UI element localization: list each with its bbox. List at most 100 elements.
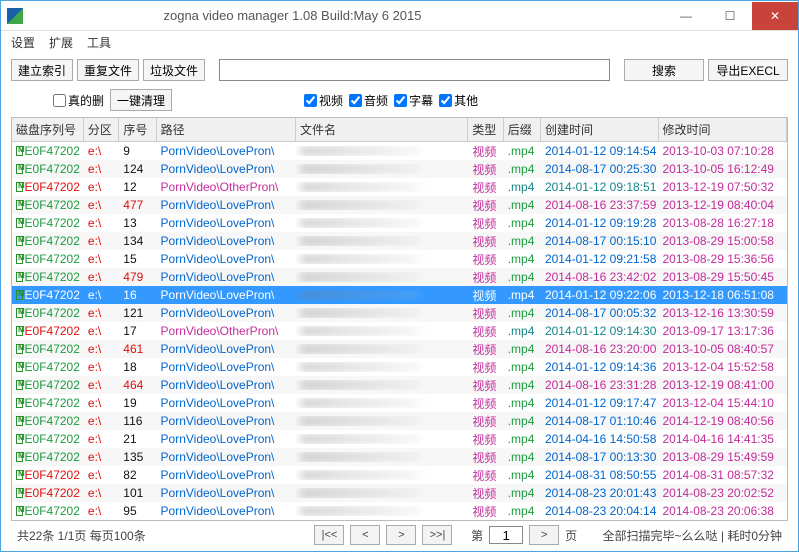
table-row[interactable]: E0F47202e:\479PornVideo\LovePron\视频.mp42… <box>12 268 787 286</box>
table-row[interactable]: E0F47202e:\461PornVideo\LovePron\视频.mp42… <box>12 340 787 358</box>
table-row[interactable]: E0F47202e:\95PornVideo\LovePron\视频.mp420… <box>12 502 787 520</box>
search-input[interactable] <box>219 59 610 81</box>
table-row[interactable]: E0F47202e:\15PornVideo\LovePron\视频.mp420… <box>12 250 787 268</box>
cell: e:\ <box>84 360 119 374</box>
filter-video[interactable]: 视频 <box>304 92 343 109</box>
table-row[interactable]: E0F47202e:\82PornVideo\LovePron\视频.mp420… <box>12 466 787 484</box>
cell: 2014-08-16 23:20:00 <box>541 342 659 356</box>
menu-settings[interactable]: 设置 <box>11 34 35 51</box>
col-mtime[interactable]: 修改时间 <box>659 118 787 141</box>
build-index-button[interactable]: 建立索引 <box>11 59 73 81</box>
cell: E0F47202 <box>12 252 84 266</box>
cell: 2014-08-17 00:13:30 <box>541 450 659 464</box>
search-button[interactable]: 搜索 <box>624 59 704 81</box>
cell: 2014-01-12 09:14:30 <box>541 324 659 338</box>
filter-audio-checkbox[interactable] <box>349 94 362 107</box>
table-row[interactable]: E0F47202e:\116PornVideo\LovePron\视频.mp42… <box>12 412 787 430</box>
cell: 视频 <box>468 395 503 412</box>
col-part[interactable]: 分区 <box>84 118 119 141</box>
cell: PornVideo\LovePron\ <box>157 432 296 446</box>
col-ext[interactable]: 后缀 <box>504 118 541 141</box>
maximize-button[interactable]: ☐ <box>708 2 752 30</box>
cell: 13 <box>119 216 156 230</box>
table-row[interactable]: E0F47202e:\477PornVideo\LovePron\视频.mp42… <box>12 196 787 214</box>
filter-audio[interactable]: 音频 <box>349 92 388 109</box>
pager-prev-button[interactable]: < <box>350 525 380 545</box>
cell: 116 <box>119 414 156 428</box>
export-excel-button[interactable]: 导出EXECL <box>708 59 788 81</box>
cell: 17 <box>119 324 156 338</box>
cell: E0F47202 <box>12 396 84 410</box>
cell: e:\ <box>84 252 119 266</box>
cell: E0F47202 <box>12 450 84 464</box>
col-disk-sn[interactable]: 磁盘序列号 <box>12 118 84 141</box>
table-row[interactable]: E0F47202e:\134PornVideo\LovePron\视频.mp42… <box>12 232 787 250</box>
cell: E0F47202 <box>12 504 84 518</box>
pager-next-button[interactable]: > <box>386 525 416 545</box>
video-file-icon <box>16 344 23 354</box>
cell: 15 <box>119 252 156 266</box>
table-row[interactable]: E0F47202e:\19PornVideo\LovePron\视频.mp420… <box>12 394 787 412</box>
pager-first-button[interactable]: |<< <box>314 525 344 545</box>
col-filename[interactable]: 文件名 <box>296 118 468 141</box>
cell: .mp4 <box>504 504 541 518</box>
menu-tools[interactable]: 工具 <box>87 34 111 51</box>
cell: 135 <box>119 450 156 464</box>
cell: .mp4 <box>504 162 541 176</box>
cell: 2013-10-05 08:40:57 <box>659 342 788 356</box>
table-row[interactable]: E0F47202e:\16PornVideo\LovePron\视频.mp420… <box>12 286 787 304</box>
table-row[interactable]: E0F47202e:\124PornVideo\LovePron\视频.mp42… <box>12 160 787 178</box>
cell: .mp4 <box>504 270 541 284</box>
cell: .mp4 <box>504 234 541 248</box>
col-path[interactable]: 路径 <box>157 118 296 141</box>
cell: 2013-12-16 13:30:59 <box>659 306 788 320</box>
cell: 2014-01-12 09:14:54 <box>541 144 659 158</box>
cell: 视频 <box>468 143 503 160</box>
table-row[interactable]: E0F47202e:\12PornVideo\OtherPron\视频.mp42… <box>12 178 787 196</box>
pager-go-button[interactable]: > <box>529 525 559 545</box>
table-row[interactable]: E0F47202e:\18PornVideo\LovePron\视频.mp420… <box>12 358 787 376</box>
trash-files-button[interactable]: 垃圾文件 <box>143 59 205 81</box>
cell: 2013-09-17 13:17:36 <box>659 324 788 338</box>
cell: 2014-08-23 20:02:52 <box>659 486 788 500</box>
video-file-icon <box>16 146 23 156</box>
cell: 2014-08-23 20:06:38 <box>659 504 788 518</box>
real-delete-check[interactable]: 真的删 <box>53 92 104 109</box>
table-row[interactable]: E0F47202e:\21PornVideo\LovePron\视频.mp420… <box>12 430 787 448</box>
pager-last-button[interactable]: >>| <box>422 525 452 545</box>
col-seq[interactable]: 序号 <box>119 118 156 141</box>
cell: E0F47202 <box>12 324 84 338</box>
cell: 461 <box>119 342 156 356</box>
cell: E0F47202 <box>12 180 84 194</box>
col-type[interactable]: 类型 <box>468 118 503 141</box>
table-row[interactable]: E0F47202e:\135PornVideo\LovePron\视频.mp42… <box>12 448 787 466</box>
page-input[interactable] <box>489 526 523 544</box>
filter-subtitle[interactable]: 字幕 <box>394 92 433 109</box>
one-click-clean-button[interactable]: 一键清理 <box>110 89 172 111</box>
table-row[interactable]: E0F47202e:\17PornVideo\OtherPron\视频.mp42… <box>12 322 787 340</box>
table-row[interactable]: E0F47202e:\9PornVideo\LovePron\视频.mp4201… <box>12 142 787 160</box>
table-row[interactable]: E0F47202e:\101PornVideo\LovePron\视频.mp42… <box>12 484 787 502</box>
filter-video-checkbox[interactable] <box>304 94 317 107</box>
filter-other-checkbox[interactable] <box>439 94 452 107</box>
table-row[interactable]: E0F47202e:\121PornVideo\LovePron\视频.mp42… <box>12 304 787 322</box>
table-row[interactable]: E0F47202e:\464PornVideo\LovePron\视频.mp42… <box>12 376 787 394</box>
cell: 2014-08-17 00:25:30 <box>541 162 659 176</box>
cell-filename-blurred <box>296 290 468 300</box>
cell: E0F47202 <box>12 486 84 500</box>
filter-subtitle-checkbox[interactable] <box>394 94 407 107</box>
menu-ext[interactable]: 扩展 <box>49 34 73 51</box>
minimize-button[interactable]: — <box>664 2 708 30</box>
table-row[interactable]: E0F47202e:\13PornVideo\LovePron\视频.mp420… <box>12 214 787 232</box>
close-button[interactable]: ✕ <box>752 2 798 30</box>
real-delete-checkbox[interactable] <box>53 94 66 107</box>
dup-files-button[interactable]: 重复文件 <box>77 59 139 81</box>
cell: .mp4 <box>504 198 541 212</box>
cell: 2014-08-16 23:31:28 <box>541 378 659 392</box>
grid-body[interactable]: E0F47202e:\9PornVideo\LovePron\视频.mp4201… <box>12 142 787 520</box>
pager: 共22条 1/1页 每页100条 |<< < > >>| 第 > 页 全部扫描完… <box>11 521 788 547</box>
col-ctime[interactable]: 创建时间 <box>541 118 659 141</box>
cell: 19 <box>119 396 156 410</box>
cell: 视频 <box>468 269 503 286</box>
filter-other[interactable]: 其他 <box>439 92 478 109</box>
